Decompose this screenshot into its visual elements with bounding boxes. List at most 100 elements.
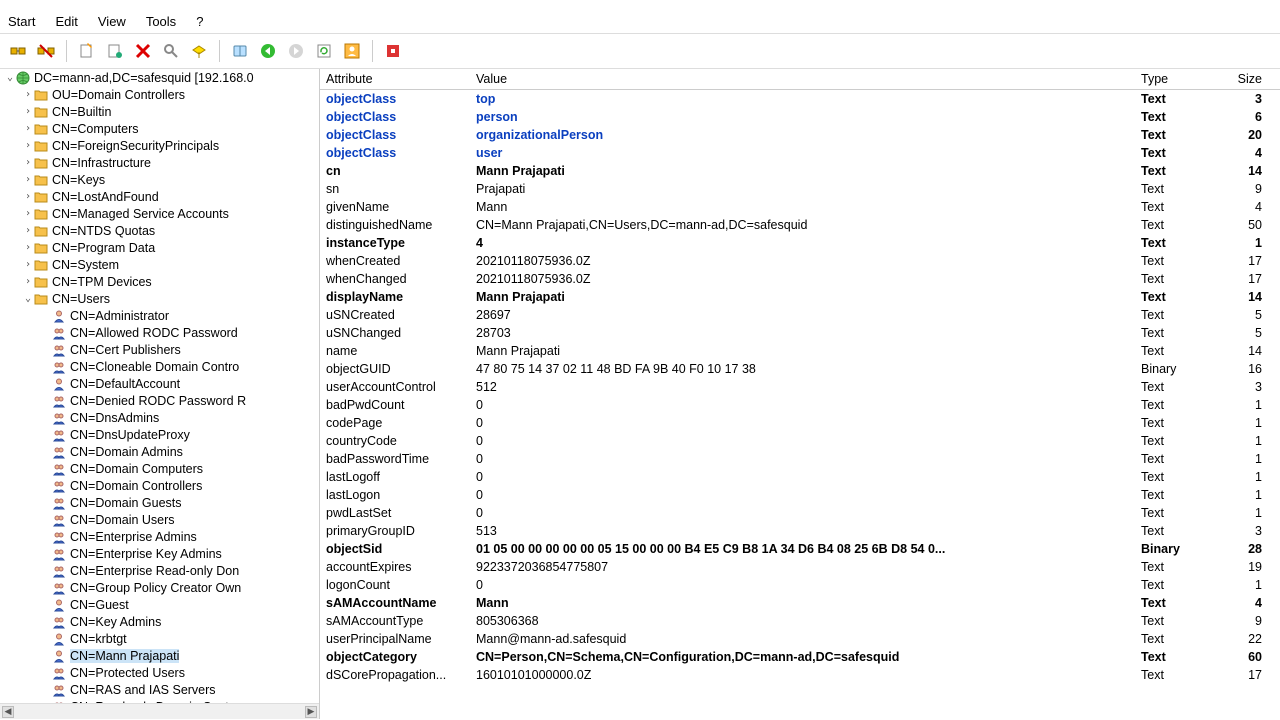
table-row[interactable]: whenChanged20210118075936.0ZText17 bbox=[320, 270, 1280, 288]
tree-node[interactable]: ›CN=Managed Service Accounts bbox=[0, 205, 319, 222]
chevron-right-icon[interactable]: › bbox=[22, 157, 34, 168]
table-row[interactable]: lastLogon0Text1 bbox=[320, 486, 1280, 504]
table-row[interactable]: instanceType4Text1 bbox=[320, 234, 1280, 252]
table-row[interactable]: countryCode0Text1 bbox=[320, 432, 1280, 450]
table-row[interactable]: userPrincipalNameMann@mann-ad.safesquidT… bbox=[320, 630, 1280, 648]
table-row[interactable]: badPasswordTime0Text1 bbox=[320, 450, 1280, 468]
chevron-right-icon[interactable]: › bbox=[22, 276, 34, 287]
table-row[interactable]: objectClassuserText4 bbox=[320, 144, 1280, 162]
tree-node[interactable]: ›CN=Domain Controllers bbox=[0, 477, 319, 494]
table-row[interactable]: dSCorePropagation...16010101000000.0ZTex… bbox=[320, 666, 1280, 684]
table-row[interactable]: givenNameMannText4 bbox=[320, 198, 1280, 216]
tree-node[interactable]: ›CN=Mann Prajapati bbox=[0, 647, 319, 664]
menu-edit[interactable]: Edit bbox=[55, 14, 77, 29]
tree-node[interactable]: ›CN=Builtin bbox=[0, 103, 319, 120]
table-row[interactable]: lastLogoff0Text1 bbox=[320, 468, 1280, 486]
tree-node[interactable]: ›CN=Program Data bbox=[0, 239, 319, 256]
scroll-right-icon[interactable]: ▶ bbox=[305, 706, 317, 718]
table-row[interactable]: objectClassorganizationalPersonText20 bbox=[320, 126, 1280, 144]
edit-entry-icon[interactable] bbox=[103, 39, 127, 63]
table-header-row[interactable]: Attribute Value Type Size bbox=[320, 69, 1280, 90]
chevron-right-icon[interactable]: › bbox=[22, 140, 34, 151]
new-entry-icon[interactable] bbox=[75, 39, 99, 63]
table-row[interactable]: objectCategoryCN=Person,CN=Schema,CN=Con… bbox=[320, 648, 1280, 666]
chevron-right-icon[interactable]: › bbox=[22, 225, 34, 236]
chevron-right-icon[interactable]: › bbox=[22, 174, 34, 185]
stop-icon[interactable] bbox=[381, 39, 405, 63]
table-row[interactable]: uSNChanged28703Text5 bbox=[320, 324, 1280, 342]
table-row[interactable]: codePage0Text1 bbox=[320, 414, 1280, 432]
table-row[interactable]: cnMann PrajapatiText14 bbox=[320, 162, 1280, 180]
col-size[interactable]: Size bbox=[1210, 69, 1280, 90]
table-row[interactable]: primaryGroupID513Text3 bbox=[320, 522, 1280, 540]
col-type[interactable]: Type bbox=[1135, 69, 1210, 90]
table-row[interactable]: userAccountControl512Text3 bbox=[320, 378, 1280, 396]
forward-icon[interactable] bbox=[284, 39, 308, 63]
table-row[interactable]: whenCreated20210118075936.0ZText17 bbox=[320, 252, 1280, 270]
tree-node[interactable]: ›CN=Allowed RODC Password bbox=[0, 324, 319, 341]
table-row[interactable]: logonCount0Text1 bbox=[320, 576, 1280, 594]
chevron-right-icon[interactable]: › bbox=[22, 89, 34, 100]
tree-node[interactable]: ›CN=Denied RODC Password R bbox=[0, 392, 319, 409]
delete-icon[interactable] bbox=[131, 39, 155, 63]
chevron-right-icon[interactable]: › bbox=[22, 208, 34, 219]
menu-help[interactable]: ? bbox=[196, 14, 203, 29]
table-row[interactable]: accountExpires9223372036854775807Text19 bbox=[320, 558, 1280, 576]
menu-view[interactable]: View bbox=[98, 14, 126, 29]
table-row[interactable]: objectClasstopText3 bbox=[320, 90, 1280, 108]
menu-tools[interactable]: Tools bbox=[146, 14, 176, 29]
tree-node[interactable]: ›CN=Enterprise Key Admins bbox=[0, 545, 319, 562]
table-row[interactable]: objectClasspersonText6 bbox=[320, 108, 1280, 126]
table-row[interactable]: objectSid01 05 00 00 00 00 00 05 15 00 0… bbox=[320, 540, 1280, 558]
user-mgmt-icon[interactable] bbox=[340, 39, 364, 63]
disconnect-icon[interactable] bbox=[34, 39, 58, 63]
scroll-left-icon[interactable]: ◀ bbox=[2, 706, 14, 718]
tree-scroll[interactable]: ⌄DC=mann-ad,DC=safesquid [192.168.0›OU=D… bbox=[0, 69, 319, 703]
tree-node[interactable]: ⌄DC=mann-ad,DC=safesquid [192.168.0 bbox=[0, 69, 319, 86]
table-row[interactable]: displayNameMann PrajapatiText14 bbox=[320, 288, 1280, 306]
table-row[interactable]: nameMann PrajapatiText14 bbox=[320, 342, 1280, 360]
tree-node[interactable]: ›CN=Enterprise Admins bbox=[0, 528, 319, 545]
tree-node[interactable]: ⌄CN=Users bbox=[0, 290, 319, 307]
tree-node[interactable]: ›CN=Guest bbox=[0, 596, 319, 613]
connect-icon[interactable] bbox=[6, 39, 30, 63]
schema-icon[interactable] bbox=[187, 39, 211, 63]
tree-node[interactable]: ›CN=krbtgt bbox=[0, 630, 319, 647]
chevron-right-icon[interactable]: › bbox=[22, 191, 34, 202]
tree-node[interactable]: ›CN=Computers bbox=[0, 120, 319, 137]
tree-node[interactable]: ›CN=RAS and IAS Servers bbox=[0, 681, 319, 698]
chevron-right-icon[interactable]: › bbox=[22, 123, 34, 134]
tree-node[interactable]: ›CN=System bbox=[0, 256, 319, 273]
tree-node[interactable]: ›CN=Cloneable Domain Contro bbox=[0, 358, 319, 375]
tree-node[interactable]: ›CN=Key Admins bbox=[0, 613, 319, 630]
tree-node[interactable]: ›CN=LostAndFound bbox=[0, 188, 319, 205]
chevron-down-icon[interactable]: ⌄ bbox=[22, 293, 34, 304]
tree-node[interactable]: ›CN=Enterprise Read-only Don bbox=[0, 562, 319, 579]
table-row[interactable]: distinguishedNameCN=Mann Prajapati,CN=Us… bbox=[320, 216, 1280, 234]
tree-node[interactable]: ›CN=DnsAdmins bbox=[0, 409, 319, 426]
table-row[interactable]: sAMAccountType805306368Text9 bbox=[320, 612, 1280, 630]
back-icon[interactable] bbox=[256, 39, 280, 63]
tree-node[interactable]: ›CN=Cert Publishers bbox=[0, 341, 319, 358]
tree-node[interactable]: ›CN=Group Policy Creator Own bbox=[0, 579, 319, 596]
tree-node[interactable]: ›CN=TPM Devices bbox=[0, 273, 319, 290]
col-value[interactable]: Value bbox=[470, 69, 1135, 90]
table-row[interactable]: uSNCreated28697Text5 bbox=[320, 306, 1280, 324]
col-attribute[interactable]: Attribute bbox=[320, 69, 470, 90]
tree-node[interactable]: ›CN=Domain Users bbox=[0, 511, 319, 528]
tree-node[interactable]: ›CN=DnsUpdateProxy bbox=[0, 426, 319, 443]
tree-node[interactable]: ›CN=NTDS Quotas bbox=[0, 222, 319, 239]
tree-node[interactable]: ›OU=Domain Controllers bbox=[0, 86, 319, 103]
tree-node[interactable]: ›CN=ForeignSecurityPrincipals bbox=[0, 137, 319, 154]
tree-node[interactable]: ›CN=Keys bbox=[0, 171, 319, 188]
tree-node[interactable]: ›CN=Domain Computers bbox=[0, 460, 319, 477]
table-row[interactable]: sAMAccountNameMannText4 bbox=[320, 594, 1280, 612]
chevron-right-icon[interactable]: › bbox=[22, 259, 34, 270]
refresh-icon[interactable] bbox=[312, 39, 336, 63]
bookmark-icon[interactable] bbox=[228, 39, 252, 63]
tree-node[interactable]: ›CN=DefaultAccount bbox=[0, 375, 319, 392]
table-row[interactable]: objectGUID47 80 75 14 37 02 11 48 BD FA … bbox=[320, 360, 1280, 378]
attribute-list[interactable]: Attribute Value Type Size objectClasstop… bbox=[320, 69, 1280, 719]
tree-node[interactable]: ›CN=Protected Users bbox=[0, 664, 319, 681]
tree-hscrollbar[interactable]: ◀ ▶ bbox=[0, 703, 319, 719]
